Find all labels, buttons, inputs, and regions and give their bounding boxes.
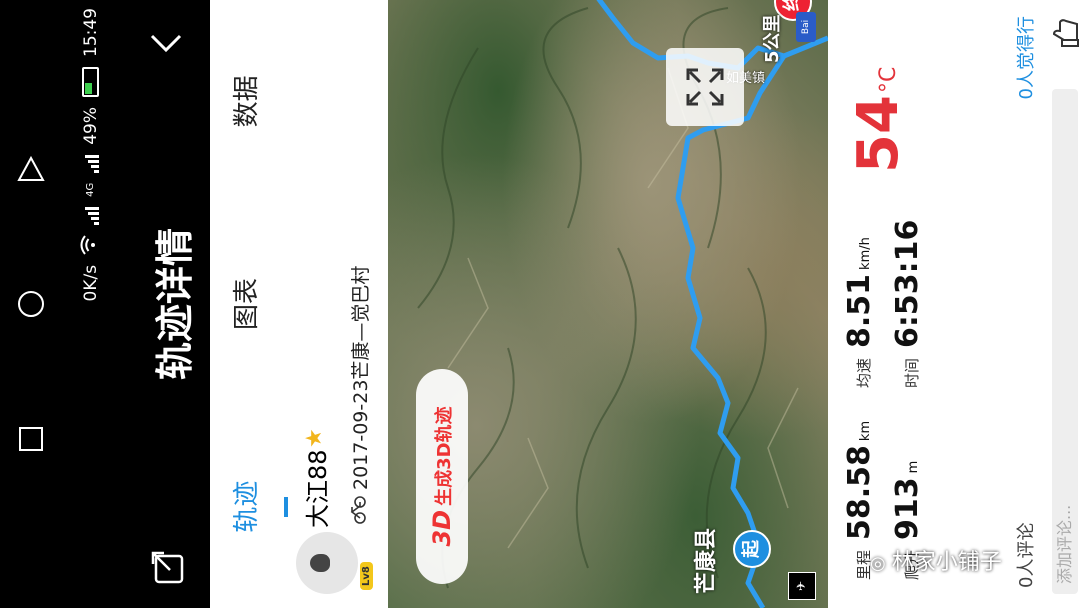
wifi-icon — [80, 235, 101, 255]
signal-icon — [83, 206, 99, 225]
route-line-main — [675, 54, 787, 608]
tab-track[interactable]: 轨迹 — [210, 405, 288, 608]
comment-input[interactable]: 添加评论... — [1052, 89, 1078, 594]
back-triangle-icon[interactable] — [16, 154, 46, 184]
distance-unit: km — [858, 420, 873, 442]
track-name: 2017-09-23芒康—觉巴村 — [350, 265, 372, 490]
network-type: 4G — [85, 182, 96, 197]
level-badge: Lv8 — [360, 562, 373, 590]
duration-stat: 时间 6:53:16 — [890, 220, 925, 388]
duration-label: 时间 — [903, 357, 921, 388]
recent-apps-icon[interactable] — [16, 424, 46, 454]
avg-speed-unit: km/h — [858, 237, 873, 270]
tab-bar: 轨迹 图表 数据 — [210, 0, 289, 608]
crown-icon: ★ — [302, 428, 327, 448]
like-count[interactable]: 0人觉得行 — [1012, 16, 1038, 99]
satellite-map[interactable]: 3D生成3D轨迹 起 芒康县 终 5公里 如美镇 Bai ✈ — [388, 0, 828, 608]
watermark-text: 林家小铺子 — [891, 550, 1002, 575]
avg-speed-value: 8.51 — [842, 273, 877, 348]
temperature-value: 54 — [846, 95, 911, 173]
generate-3d-label: 生成3D轨迹 — [434, 406, 455, 506]
track-stats: 里程58.58km 爬升913m 均速8.51km/h 时间6:53:16 54… — [828, 0, 998, 608]
title-bar: 轨迹详情 — [124, 0, 210, 608]
tab-data[interactable]: 数据 — [210, 0, 288, 203]
expand-icon — [686, 68, 724, 106]
watermark: ◎ 林家小铺子 — [870, 544, 1002, 576]
user-info: Lv8 大江88 ★ 2017-09-23芒康—觉巴村 — [288, 0, 388, 608]
temperature-unit: °C — [876, 66, 901, 93]
3d-prefix: 3D — [428, 509, 456, 547]
system-nav-bar — [0, 0, 62, 608]
climb-value: 913 — [890, 477, 925, 540]
bicycle-icon — [348, 496, 366, 524]
start-marker[interactable]: 起 — [733, 530, 771, 568]
back-chevron-icon[interactable] — [146, 22, 186, 62]
avg-speed-label: 均速 — [855, 357, 873, 388]
signal-icon-2 — [83, 154, 99, 173]
app-screen: 0K/s 4G 49% 15:49 轨迹详情 轨迹 图表 数据 Lv8 大江88 — [62, 0, 1080, 608]
wechat-icon: ◎ — [870, 553, 886, 574]
end-distance-label: 5公里 — [762, 14, 783, 63]
location-badge-icon[interactable]: ✈ — [788, 572, 816, 600]
tab-chart[interactable]: 图表 — [210, 203, 288, 406]
start-place-label: 芒康县 — [694, 527, 719, 594]
avatar[interactable] — [296, 532, 358, 594]
duration-value: 6:53:16 — [890, 219, 925, 348]
clock: 15:49 — [80, 8, 101, 57]
comment-count[interactable]: 0人评论 — [1012, 523, 1038, 588]
home-circle-icon[interactable] — [16, 289, 46, 319]
battery-percent: 49% — [80, 107, 101, 145]
comments-row: 0人评论 0人觉得行 — [998, 0, 1050, 608]
climb-unit: m — [906, 460, 921, 474]
thumbs-up-icon[interactable] — [1050, 16, 1080, 50]
avg-speed-stat: 均速 8.51 km/h — [842, 237, 877, 388]
comment-input-bar: 添加评论... — [1050, 0, 1080, 608]
page-title: 轨迹详情 — [153, 228, 197, 381]
username[interactable]: 大江88 — [298, 449, 333, 528]
status-bar: 0K/s 4G 49% 15:49 — [62, 0, 124, 608]
battery-icon — [82, 67, 99, 97]
baidu-logo: Bai — [796, 12, 816, 42]
generate-3d-button[interactable]: 3D 生成3D轨迹 — [416, 369, 468, 584]
network-speed: 0K/s — [80, 264, 101, 302]
fullscreen-button[interactable] — [666, 48, 744, 126]
distance-value: 58.58 — [842, 445, 877, 540]
